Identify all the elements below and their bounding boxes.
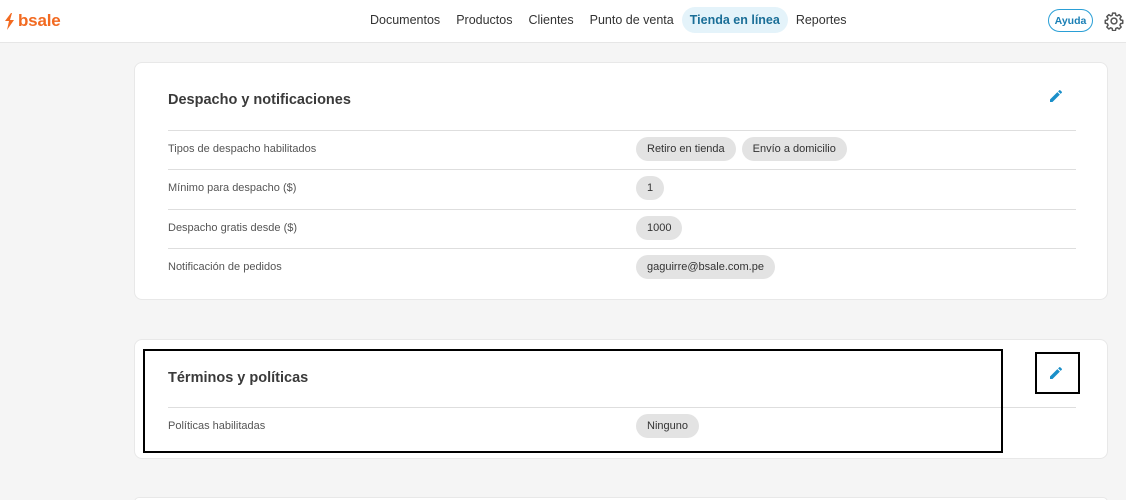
bsale-logo[interactable]: bsale [4, 10, 61, 32]
row-label: Tipos de despacho habilitados [168, 143, 317, 155]
brand-name: bsale [18, 11, 61, 30]
top-bar: bsale Documentos Productos Clientes Punt… [0, 0, 1126, 43]
terms-row-politicas: Políticas habilitadas Ninguno [168, 407, 1076, 446]
dispatch-row-minimo: Mínimo para despacho ($) 1 [168, 169, 1076, 208]
value-chip: Envío a domicilio [741, 137, 847, 161]
value-chip: Ninguno [636, 414, 699, 438]
nav-item-documentos[interactable]: Documentos [362, 7, 448, 33]
value-chip: gaguirre@bsale.com.pe [636, 255, 775, 279]
row-label: Políticas habilitadas [168, 420, 266, 432]
bsale-logo-icon [5, 12, 14, 30]
value-chip: 1000 [636, 216, 683, 240]
nav-item-productos[interactable]: Productos [448, 7, 520, 33]
nav-item-punto-de-venta[interactable]: Punto de venta [582, 7, 682, 33]
help-button[interactable]: Ayuda [1048, 9, 1093, 32]
value-chip: Retiro en tienda [636, 137, 736, 161]
dispatch-row-tipos: Tipos de despacho habilitados Retiro en … [168, 130, 1076, 169]
pencil-icon [1050, 89, 1063, 102]
terms-title: Términos y políticas [168, 370, 309, 386]
row-label: Despacho gratis desde ($) [168, 222, 298, 234]
dispatch-card: Despacho y notificaciones Tipos de despa… [134, 62, 1108, 300]
row-label: Mínimo para despacho ($) [168, 182, 297, 194]
dispatch-row-gratis: Despacho gratis desde ($) 1000 [168, 209, 1076, 248]
nav-item-tienda-en-linea[interactable]: Tienda en línea [681, 7, 788, 33]
main-nav: Documentos Productos Clientes Punto de v… [362, 7, 855, 33]
dispatch-title: Despacho y notificaciones [168, 92, 351, 108]
nav-item-clientes[interactable]: Clientes [520, 7, 581, 33]
nav-item-reportes[interactable]: Reportes [788, 7, 855, 33]
terms-card: Términos y políticas Políticas habilitad… [134, 339, 1108, 459]
dispatch-row-notificacion: Notificación de pedidos gaguirre@bsale.c… [168, 248, 1076, 287]
dispatch-edit-button[interactable] [1045, 85, 1067, 107]
value-chip: 1 [636, 176, 665, 200]
pencil-icon [1050, 366, 1063, 379]
row-label: Notificación de pedidos [168, 261, 282, 273]
terms-edit-button[interactable] [1045, 362, 1067, 384]
gear-icon[interactable] [1104, 11, 1124, 32]
